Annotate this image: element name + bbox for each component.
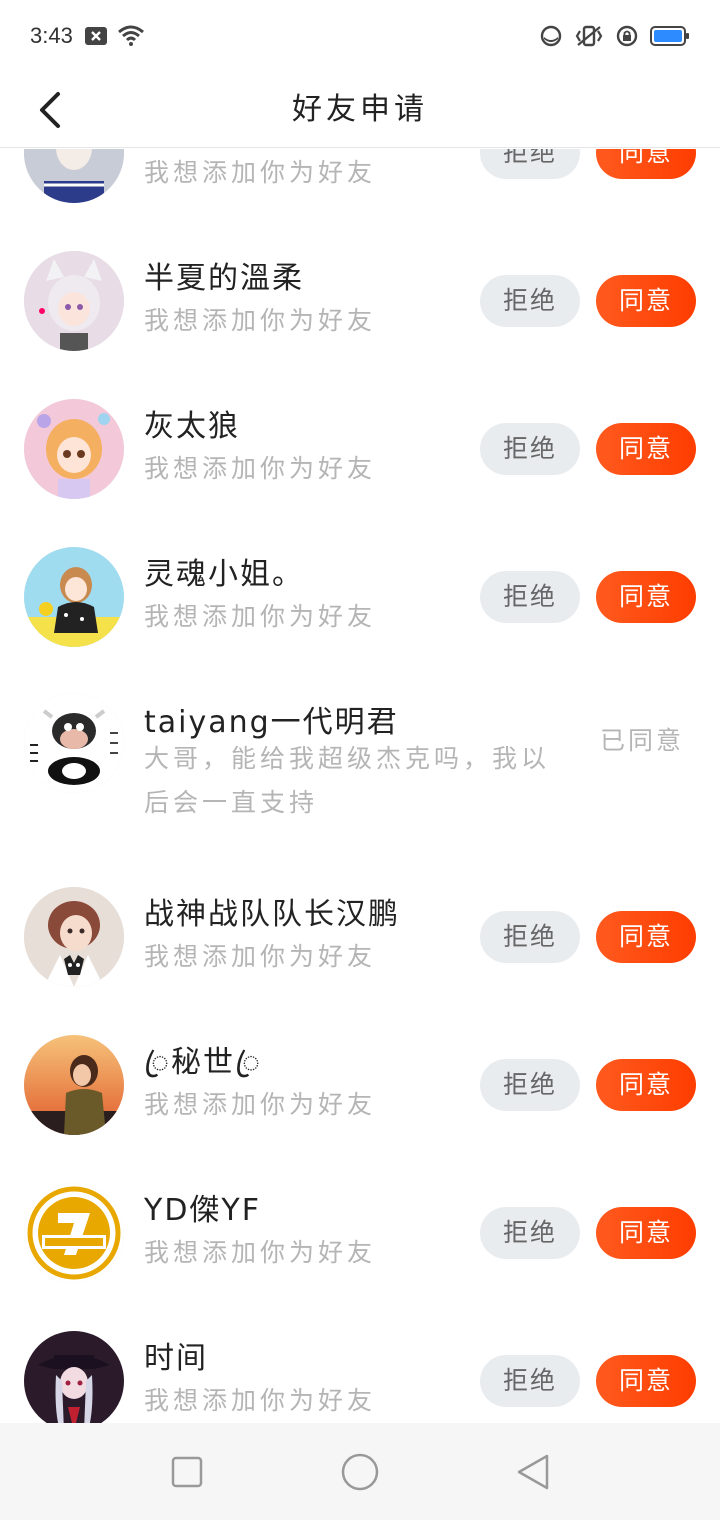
reject-button[interactable]: 拒绝 xyxy=(480,1355,580,1407)
home-button[interactable] xyxy=(330,1442,390,1502)
system-nav-bar xyxy=(0,1423,720,1520)
friend-request-item: 时间 我想添加你为好友 拒绝 同意 xyxy=(0,1307,720,1423)
top-app-bar: 好友申请 xyxy=(0,72,720,148)
system-back-button[interactable] xyxy=(503,1442,563,1502)
notification-close-icon xyxy=(84,27,107,45)
reject-button[interactable]: 拒绝 xyxy=(480,1059,580,1111)
recent-apps-button[interactable] xyxy=(157,1442,217,1502)
friend-request-item: 灵魂小姐。 我想添加你为好友 拒绝 同意 xyxy=(0,523,720,671)
friend-request-item: 半夏的溫柔 我想添加你为好友 拒绝 同意 xyxy=(0,227,720,375)
accept-button[interactable]: 同意 xyxy=(596,571,696,623)
avatar[interactable] xyxy=(24,1331,124,1423)
requester-name: 灰太狼 xyxy=(144,409,240,444)
triangle-back-icon xyxy=(518,1454,549,1489)
accept-button[interactable]: 同意 xyxy=(596,1355,696,1407)
status-bar: 3:43 xyxy=(0,0,720,72)
vibrate-icon xyxy=(574,25,604,47)
page-title: 好友申请 xyxy=(292,92,428,127)
request-message: 我想添加你为好友 xyxy=(144,1090,377,1119)
request-message: 我想添加你为好友 xyxy=(144,942,377,971)
friend-request-item: 恢熙 我想添加你为好友 拒绝 同意 xyxy=(0,149,720,227)
friend-request-item: 灰太狼 我想添加你为好友 拒绝 同意 xyxy=(0,375,720,523)
accept-button[interactable]: 同意 xyxy=(596,275,696,327)
request-message: 大哥，能给我超级杰克吗，我以后会一直支持 xyxy=(144,744,551,817)
reject-button[interactable]: 拒绝 xyxy=(480,571,580,623)
avatar[interactable] xyxy=(24,887,124,987)
battery-fill xyxy=(654,30,682,42)
request-message: 我想添加你为好友 xyxy=(144,158,377,187)
rotation-lock-icon xyxy=(616,25,638,47)
avatar[interactable] xyxy=(24,1035,124,1135)
request-message: 我想添加你为好友 xyxy=(144,1386,377,1415)
request-message: 我想添加你为好友 xyxy=(144,602,377,631)
avatar[interactable] xyxy=(24,547,124,647)
reject-button[interactable]: 拒绝 xyxy=(480,911,580,963)
accept-button[interactable]: 同意 xyxy=(596,423,696,475)
friend-request-item: ꦿ秘世ꦿ 我想添加你为好友 拒绝 同意 xyxy=(0,1011,720,1159)
accept-button[interactable]: 同意 xyxy=(596,149,696,179)
requester-name: 时间 xyxy=(144,1341,208,1376)
wifi-icon xyxy=(117,25,145,47)
request-message: 我想添加你为好友 xyxy=(144,454,377,483)
reject-button[interactable]: 拒绝 xyxy=(480,423,580,475)
requester-name: YD傑YF xyxy=(144,1193,262,1228)
avatar[interactable] xyxy=(24,1183,124,1283)
accepted-status: 已同意 xyxy=(600,726,685,755)
circle-icon xyxy=(341,1453,379,1490)
square-icon xyxy=(171,1456,202,1487)
avatar[interactable] xyxy=(24,399,124,499)
friend-request-list[interactable]: 恢熙 我想添加你为好友 拒绝 同意 半夏的溫柔 我想添加你为好友 拒绝 同意 灰… xyxy=(0,149,720,1423)
reject-button[interactable]: 拒绝 xyxy=(480,1207,580,1259)
status-time: 3:43 xyxy=(30,23,73,48)
requester-name: taiyang一代明君 xyxy=(144,705,399,740)
accept-button[interactable]: 同意 xyxy=(596,1207,696,1259)
friend-request-item: taiyang一代明君 大哥，能给我超级杰克吗，我以后会一直支持 已同意 xyxy=(0,671,720,863)
accept-button[interactable]: 同意 xyxy=(596,911,696,963)
request-message: 我想添加你为好友 xyxy=(144,1238,377,1267)
requester-name: 灵魂小姐。 xyxy=(144,557,304,592)
accept-button[interactable]: 同意 xyxy=(596,1059,696,1111)
avatar[interactable] xyxy=(24,251,124,351)
battery-icon xyxy=(650,25,690,47)
request-message: 我想添加你为好友 xyxy=(144,306,377,335)
reject-button[interactable]: 拒绝 xyxy=(480,149,580,179)
friend-request-item: 战神战队队长汉鹏 我想添加你为好友 拒绝 同意 xyxy=(0,863,720,1011)
reject-button[interactable]: 拒绝 xyxy=(480,275,580,327)
avatar[interactable] xyxy=(24,693,124,793)
requester-name: 半夏的溫柔 xyxy=(144,261,304,296)
requester-name: 战神战队队长汉鹏 xyxy=(144,897,400,932)
avatar[interactable] xyxy=(24,149,124,203)
friend-request-item: YD傑YF 我想添加你为好友 拒绝 同意 xyxy=(0,1159,720,1307)
data-saver-icon xyxy=(540,25,562,47)
